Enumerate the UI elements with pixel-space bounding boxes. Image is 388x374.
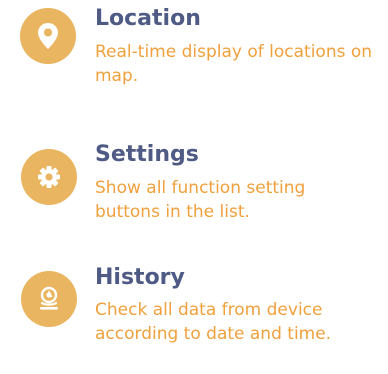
feature-description: Real-time display of locations on map.: [95, 42, 373, 86]
feature-description: Check all data from device according to …: [95, 300, 332, 344]
gear-icon: [21, 149, 77, 205]
location-pin-icon: [20, 8, 76, 64]
feature-title: Location: [95, 6, 201, 31]
feature-description: Show all function setting buttons in the…: [95, 178, 306, 222]
history-icon: [21, 271, 77, 327]
feature-title: History: [95, 265, 185, 290]
feature-title: Settings: [95, 142, 199, 167]
